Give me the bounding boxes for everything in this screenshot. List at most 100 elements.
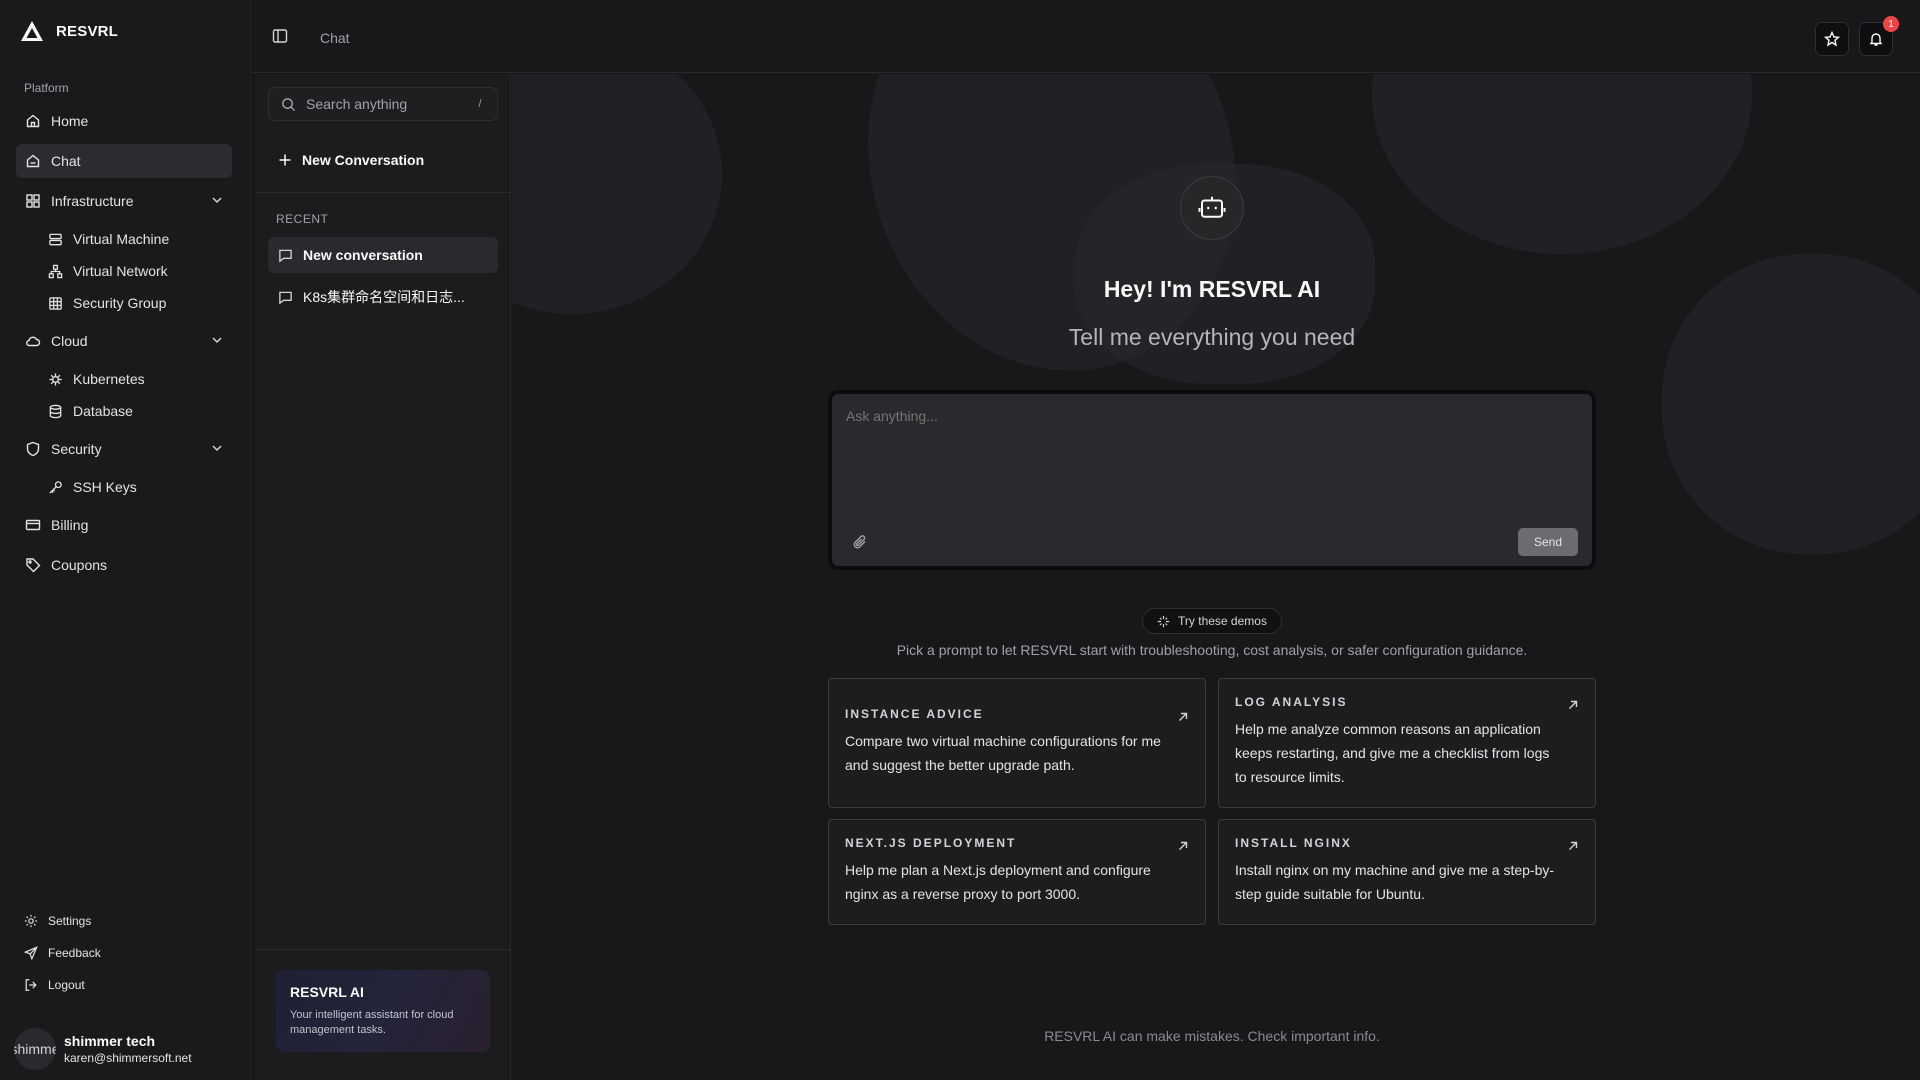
card-body: Compare two virtual machine configuratio… [845, 733, 1161, 773]
ai-info-card: RESVRL AI Your intelligent assistant for… [276, 970, 490, 1052]
message-icon [278, 290, 293, 305]
sidebar-item-settings[interactable]: Settings [24, 914, 91, 928]
card-icon [25, 517, 41, 533]
prompt-card-log-analysis[interactable]: LOG ANALYSIS Help me analyze common reas… [1218, 678, 1596, 808]
cloud-icon [25, 333, 41, 349]
sidebar-item-feedback[interactable]: Feedback [24, 946, 101, 960]
card-body: Install nginx on my machine and give me … [1235, 862, 1555, 902]
divider [256, 949, 510, 950]
message-icon [278, 248, 293, 263]
conversation-item[interactable]: K8s集群命名空间和日志... [268, 279, 498, 315]
sidebar-item-billing[interactable]: Billing [16, 508, 232, 542]
ai-card-title: RESVRL AI [290, 984, 364, 1000]
favorite-button[interactable] [1815, 22, 1849, 56]
send-button[interactable]: Send [1518, 528, 1578, 556]
logout-icon [24, 978, 38, 992]
greeting-title: Hey! I'm RESVRL AI [1103, 276, 1321, 302]
sidebar-item-coupons[interactable]: Coupons [16, 548, 232, 582]
user-name: shimmer tech [64, 1033, 156, 1049]
home-icon [25, 113, 41, 129]
sidebar-item-database[interactable]: Database [48, 397, 228, 425]
search-placeholder: Search anything [306, 96, 408, 112]
sidebar-item-ssh-keys[interactable]: SSH Keys [48, 473, 228, 501]
sidebar-item-label: SSH Keys [73, 479, 137, 495]
demo-pill-label: Try these demos [1178, 614, 1267, 628]
card-body: Help me plan a Next.js deployment and co… [845, 862, 1151, 902]
key-icon [48, 480, 63, 495]
sidebar-toggle-icon[interactable] [272, 28, 288, 44]
card-title: NEXT.JS DEPLOYMENT [845, 836, 1017, 850]
sidebar-item-label: Coupons [51, 557, 108, 573]
sidebar-item-virtual-machine[interactable]: Virtual Machine [48, 225, 228, 253]
search-shortcut: / [478, 98, 482, 110]
user-profile[interactable]: shimme shimmer tech karen@shimmersoft.ne… [14, 1028, 192, 1070]
search-input[interactable]: Search anything / [268, 87, 498, 121]
sidebar-item-chat[interactable]: Chat [16, 144, 232, 178]
sidebar-item-logout[interactable]: Logout [24, 978, 85, 992]
conversation-title: K8s集群命名空间和日志... [303, 289, 465, 305]
breadcrumb: Chat [320, 30, 350, 46]
sidebar-item-infrastructure[interactable]: Infrastructure [16, 184, 232, 218]
logo-icon [20, 20, 44, 42]
table-icon [48, 296, 63, 311]
ai-card-description: Your intelligent assistant for cloud man… [290, 1009, 454, 1036]
card-title: INSTALL NGINX [1235, 836, 1352, 850]
message-input[interactable] [846, 408, 1566, 424]
prompt-card-install-nginx[interactable]: INSTALL NGINX Install nginx on my machin… [1218, 819, 1596, 925]
sidebar-item-label: Feedback [48, 946, 101, 960]
gear-icon [24, 914, 38, 928]
sidebar-item-label: Database [73, 403, 133, 419]
sparkle-icon [1157, 615, 1170, 628]
sidebar-item-label: Home [51, 113, 89, 129]
new-conversation-button[interactable]: New Conversation [278, 152, 424, 168]
new-conversation-label: New Conversation [302, 152, 425, 168]
database-icon [48, 404, 63, 419]
topbar: Chat 1 [252, 0, 1920, 73]
sidebar-item-virtual-network[interactable]: Virtual Network [48, 257, 228, 285]
disclaimer: RESVRL AI can make mistakes. Check impor… [1044, 1028, 1380, 1044]
sidebar-item-label: Virtual Network [73, 263, 168, 279]
chevron-down-icon[interactable] [210, 333, 224, 347]
arrow-up-right-icon [1177, 711, 1189, 723]
paperclip-icon[interactable] [852, 534, 868, 550]
prompt-card-instance-advice[interactable]: INSTANCE ADVICE Compare two virtual mach… [828, 678, 1206, 808]
search-icon [281, 97, 296, 112]
sidebar-item-label: Settings [48, 914, 92, 928]
notifications-button[interactable]: 1 [1859, 16, 1899, 56]
chevron-down-icon[interactable] [210, 193, 224, 207]
sidebar-item-label: Virtual Machine [73, 231, 170, 247]
try-demos-pill: Try these demos [1142, 608, 1282, 634]
shield-icon [25, 441, 41, 457]
notification-badge: 1 [1883, 16, 1899, 32]
bell-icon [1868, 31, 1884, 47]
sidebar-item-label: Chat [51, 153, 81, 169]
divider [256, 192, 510, 193]
card-title: INSTANCE ADVICE [845, 707, 984, 721]
robot-icon [1197, 193, 1227, 223]
sidebar-item-security-group[interactable]: Security Group [48, 289, 228, 317]
sidebar-item-label: Security [51, 441, 102, 457]
conversation-panel: Search anything / New Conversation RECEN… [256, 74, 511, 1080]
arrow-up-right-icon [1177, 840, 1189, 852]
sidebar-item-label: Cloud [51, 333, 88, 349]
server-icon [48, 232, 63, 247]
sidebar-item-cloud[interactable]: Cloud [16, 324, 232, 358]
sidebar-item-kubernetes[interactable]: Kubernetes [48, 365, 228, 393]
chat-main: Hey! I'm RESVRL AI Tell me everything yo… [512, 74, 1920, 1080]
brand[interactable]: RESVRL [20, 20, 118, 42]
composer: Send [828, 390, 1596, 570]
helm-icon [48, 372, 63, 387]
brand-name: RESVRL [56, 22, 119, 40]
sidebar-item-label: Kubernetes [73, 371, 145, 387]
tag-icon [25, 557, 41, 573]
conversation-title: New conversation [303, 247, 423, 263]
greeting-subtitle: Tell me everything you need [1068, 324, 1356, 350]
demo-description: Pick a prompt to let RESVRL start with t… [896, 642, 1528, 658]
sidebar-item-label: Logout [48, 978, 85, 992]
send-icon [24, 946, 38, 960]
chevron-down-icon[interactable] [210, 441, 224, 455]
prompt-card-nextjs-deployment[interactable]: NEXT.JS DEPLOYMENT Help me plan a Next.j… [828, 819, 1206, 925]
conversation-item[interactable]: New conversation [268, 237, 498, 273]
sidebar-item-security[interactable]: Security [16, 432, 232, 466]
sidebar-item-home[interactable]: Home [16, 104, 232, 138]
